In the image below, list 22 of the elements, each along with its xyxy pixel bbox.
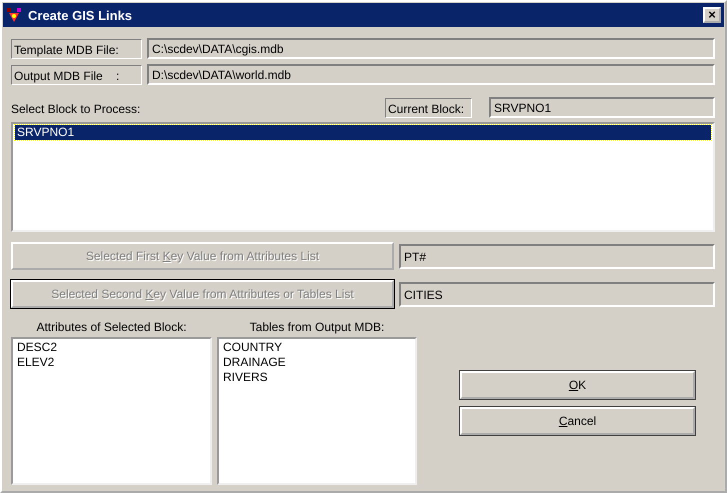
list-item[interactable]: ELEV2 <box>15 355 208 370</box>
current-block-field: SRVPNO1 <box>489 97 715 118</box>
list-item[interactable]: DRAINAGE <box>221 355 413 370</box>
key-value-field: PT# <box>399 244 715 268</box>
cancel-button[interactable]: Cancel <box>460 407 695 435</box>
block-list-item[interactable]: SRVPNO1 <box>15 125 711 140</box>
app-icon <box>6 7 22 23</box>
file-path-field[interactable]: D:\scdev\DATA\world.mdb <box>147 64 715 85</box>
block-list-label: Select Block to Process: <box>11 102 142 118</box>
field-label: Output MDB File : <box>11 64 142 84</box>
current-block-label: Current Block: <box>385 98 472 118</box>
list-item[interactable]: DESC2 <box>15 340 208 355</box>
list-item[interactable]: COUNTRY <box>221 340 413 355</box>
key-value-field: CITIES <box>399 282 715 306</box>
tables-list-label: Tables from Output MDB: <box>250 320 384 334</box>
file-path-field[interactable]: C:\scdev\DATA\cgis.mdb <box>147 38 715 59</box>
window-title: Create GIS Links <box>28 8 134 22</box>
close-button[interactable]: × <box>703 7 721 23</box>
field-label: Template MDB File: <box>11 38 142 58</box>
list-item[interactable]: RIVERS <box>221 370 413 385</box>
ok-button[interactable]: OK <box>460 371 695 399</box>
attributes-list-label: Attributes of Selected Block: <box>36 320 187 334</box>
